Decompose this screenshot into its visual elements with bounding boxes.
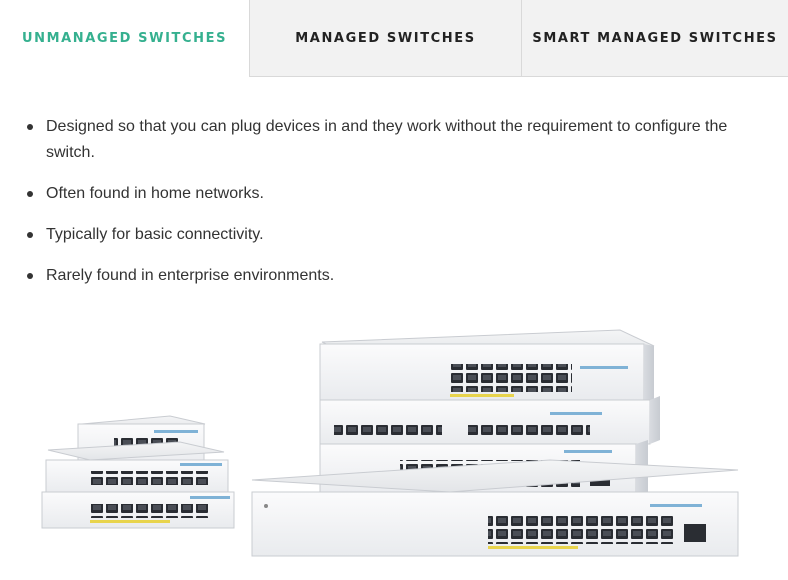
large-switch-stack: [251, 329, 739, 557]
switches-product-image: [41, 329, 739, 557]
list-item: Designed so that you can plug devices in…: [26, 114, 746, 166]
switch-type-tabs: UNMANAGED SWITCHES MANAGED SWITCHES SMAR…: [0, 0, 788, 77]
tab-unmanaged-switches[interactable]: UNMANAGED SWITCHES: [0, 0, 249, 77]
tab-smart-managed-switches[interactable]: SMART MANAGED SWITCHES: [521, 0, 788, 77]
small-switch-stack: [41, 415, 235, 529]
list-item: Typically for basic connectivity.: [26, 222, 746, 248]
tab-managed-switches[interactable]: MANAGED SWITCHES: [249, 0, 521, 77]
list-item: Often found in home networks.: [26, 181, 746, 207]
list-item: Rarely found in enterprise environments.: [26, 263, 746, 289]
feature-list: Designed so that you can plug devices in…: [26, 114, 746, 304]
